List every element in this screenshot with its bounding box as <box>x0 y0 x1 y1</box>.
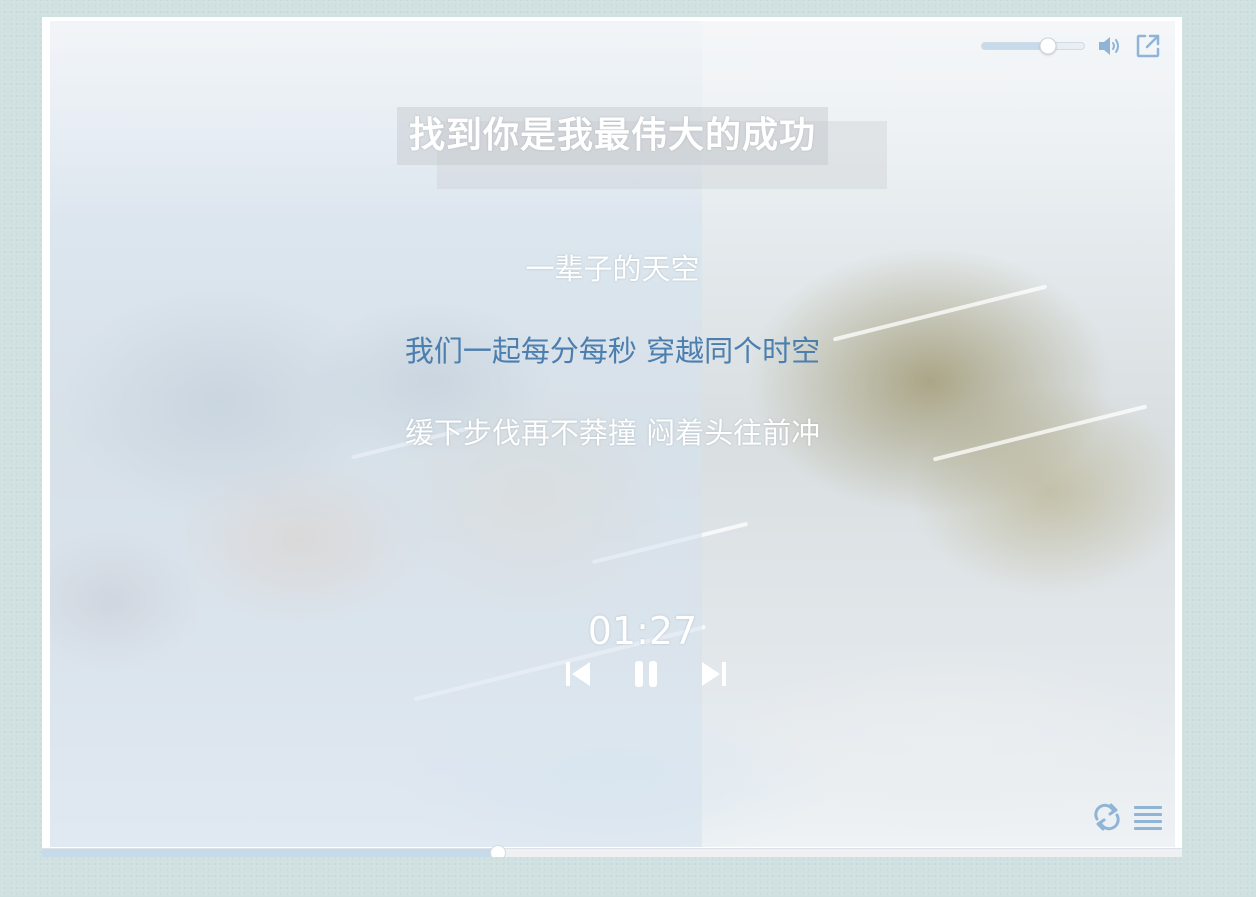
skip-next-icon[interactable] <box>700 659 728 689</box>
lyric-line: 一辈子的天空 <box>525 252 700 286</box>
external-link-icon[interactable] <box>1135 33 1161 59</box>
song-title: 找到你是我最伟大的成功 <box>396 107 828 165</box>
top-controls <box>981 33 1161 59</box>
lyric-line-active: 我们一起每分每秒 穿越同个时空 <box>404 334 821 368</box>
volume-fill <box>982 43 1049 49</box>
lyrics-panel: 一辈子的天空 我们一起每分每秒 穿越同个时空 缓下步伐再不莽撞 闷着头往前冲 <box>50 245 1175 491</box>
progress-bar[interactable] <box>42 845 1182 857</box>
volume-thumb[interactable] <box>1039 37 1057 55</box>
progress-fill <box>42 849 498 857</box>
volume-slider[interactable] <box>981 37 1085 55</box>
music-player: 找到你是我最伟大的成功 一辈子的天空 我们一起每分每秒 穿越同个时空 缓下步伐再… <box>42 17 1182 857</box>
current-time: 01:27 <box>587 609 698 653</box>
skip-previous-icon[interactable] <box>564 659 592 689</box>
progress-thumb[interactable] <box>490 845 506 857</box>
song-title-area: 找到你是我最伟大的成功 <box>50 107 1175 189</box>
transport-controls <box>564 659 728 689</box>
playlist-icon[interactable] <box>1133 803 1163 831</box>
bottom-right-controls <box>1091 803 1163 831</box>
lyric-line: 缓下步伐再不莽撞 闷着头往前冲 <box>404 416 821 450</box>
background-artwork: 找到你是我最伟大的成功 一辈子的天空 我们一起每分每秒 穿越同个时空 缓下步伐再… <box>50 21 1175 847</box>
speaker-icon[interactable] <box>1097 35 1123 57</box>
pause-icon[interactable] <box>632 659 660 689</box>
repeat-icon[interactable] <box>1091 803 1123 831</box>
